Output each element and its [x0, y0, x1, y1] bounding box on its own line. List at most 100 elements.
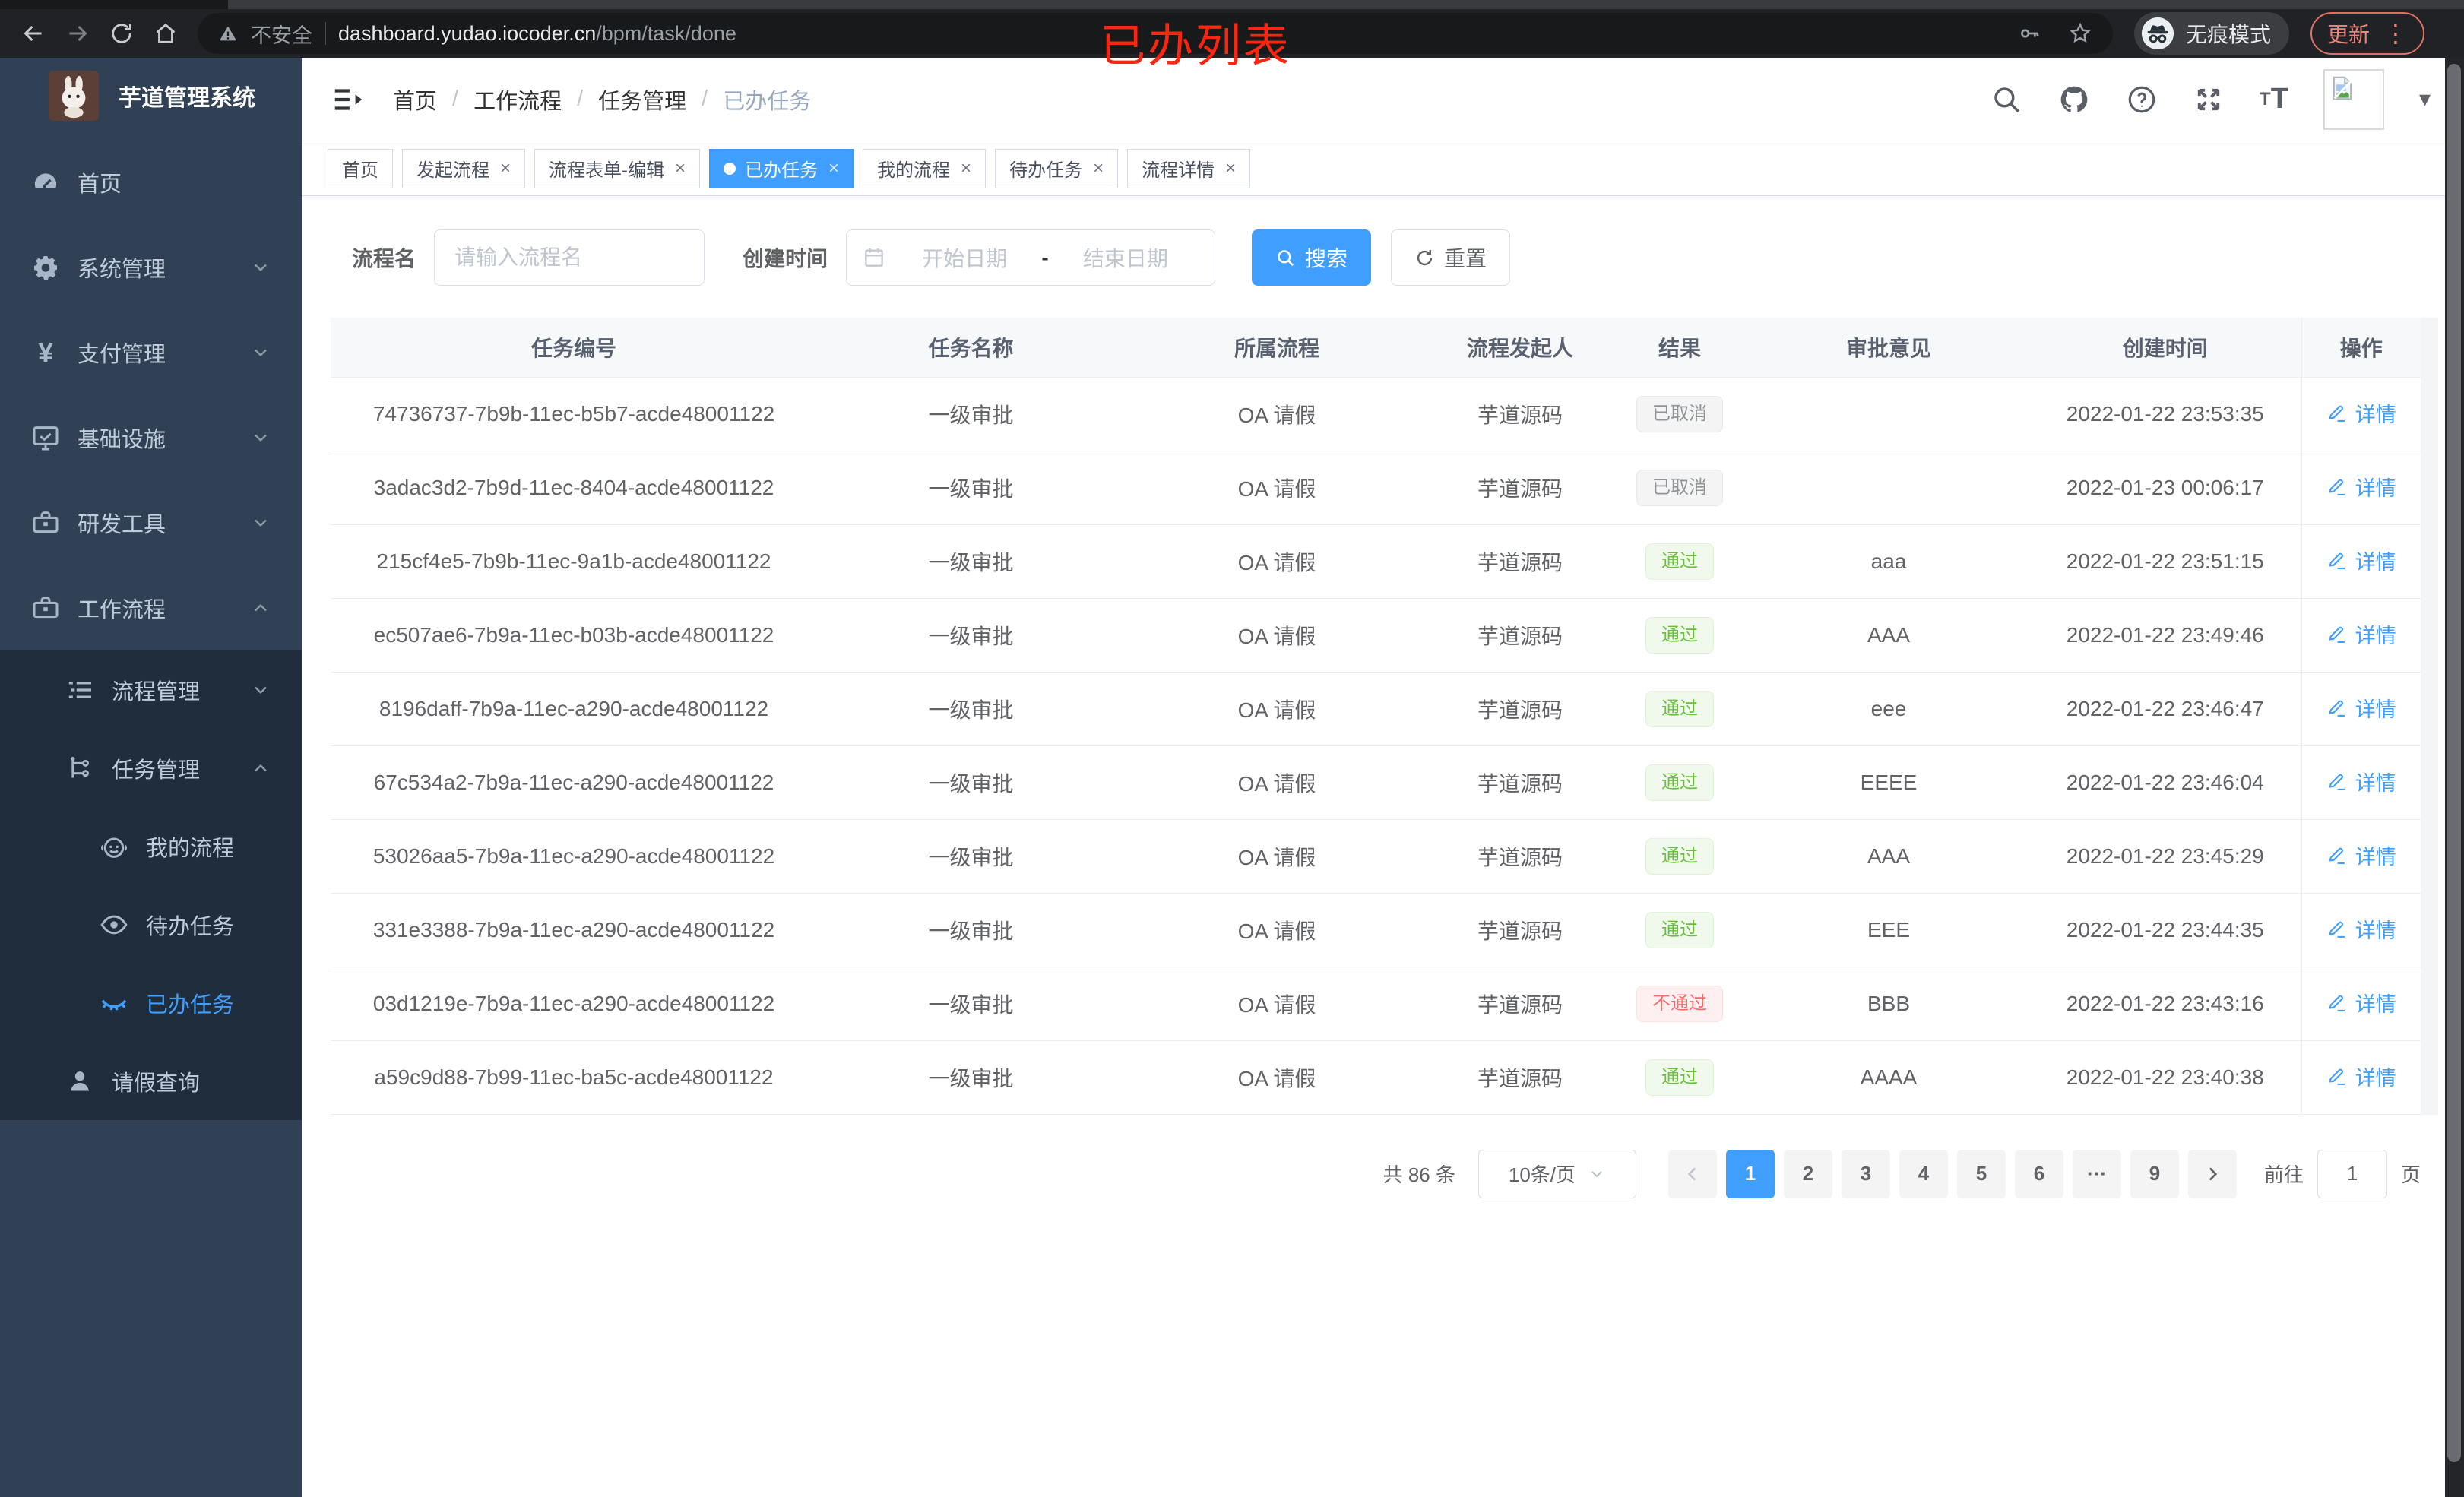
page-content: 流程名 创建时间 开始日期 - 结束日期 搜索 [302, 196, 2464, 1497]
breadcrumb-item[interactable]: 工作流程 [473, 84, 562, 116]
sidebar-item-system[interactable]: 系统管理 [0, 225, 302, 310]
prev-page-button[interactable] [1667, 1149, 1717, 1198]
create-time-range-picker[interactable]: 开始日期 - 结束日期 [846, 229, 1216, 286]
hamburger-icon[interactable] [331, 82, 366, 117]
sidebar-item-process-mgmt[interactable]: 流程管理 [0, 650, 302, 729]
tab-发起流程[interactable]: 发起流程 × [402, 148, 526, 188]
home-button[interactable] [146, 14, 185, 53]
table-row: ec507ae6-7b9a-11ec-b03b-acde48001122 一级审批… [331, 597, 2421, 672]
cell-task-name: 一级审批 [817, 966, 1125, 1040]
text-size-icon[interactable]: TT [2260, 83, 2288, 116]
pencil-icon [2326, 476, 2348, 498]
detail-link[interactable]: 详情 [2326, 546, 2396, 575]
page-size-select[interactable]: 10条/页 [1477, 1149, 1636, 1198]
page-button-5[interactable]: 5 [1956, 1149, 2006, 1198]
search-icon[interactable] [1991, 84, 2022, 116]
end-date-placeholder[interactable]: 结束日期 [1052, 242, 1199, 273]
start-date-placeholder[interactable]: 开始日期 [891, 242, 1038, 273]
pencil-icon [2326, 698, 2348, 719]
table-row: 331e3388-7b9a-11ec-a290-acde48001122 一级审批… [331, 892, 2421, 967]
detail-link[interactable]: 详情 [2326, 988, 2396, 1018]
detail-link[interactable]: 详情 [2326, 398, 2396, 428]
tab-首页[interactable]: 首页 [328, 148, 393, 188]
detail-link[interactable]: 详情 [2326, 619, 2396, 649]
reload-button[interactable] [102, 14, 141, 53]
sidebar-item-done-tasks[interactable]: 已办任务 [0, 964, 302, 1042]
fullscreen-icon[interactable] [2193, 84, 2225, 116]
breadcrumb-item[interactable]: 首页 [393, 84, 437, 116]
page-button-1[interactable]: 1 [1725, 1149, 1775, 1198]
goto-page-input[interactable] [2317, 1149, 2387, 1198]
close-tab-icon[interactable]: × [1225, 158, 1236, 179]
update-button[interactable]: 更新 ⋮ [2310, 12, 2425, 55]
bookmark-star-icon[interactable] [2067, 21, 2093, 46]
result-tag: 已取消 [1636, 469, 1723, 506]
scrollbar-thumb[interactable] [2447, 64, 2461, 1462]
toolbox-icon [29, 593, 62, 623]
detail-link[interactable]: 详情 [2326, 472, 2396, 502]
sidebar-item-task-mgmt[interactable]: 任务管理 [0, 729, 302, 807]
password-key-icon[interactable] [2017, 21, 2041, 46]
back-button[interactable] [14, 14, 53, 53]
cell-process: OA 请假 [1125, 450, 1429, 524]
sidebar-item-home[interactable]: 首页 [0, 140, 302, 225]
close-tab-icon[interactable]: × [961, 158, 971, 179]
page-button-6[interactable]: 6 [2014, 1149, 2063, 1198]
process-name-input[interactable] [434, 229, 705, 286]
tab-label: 待办任务 [1009, 160, 1083, 181]
sidebar-item-infra[interactable]: 基础设施 [0, 395, 302, 480]
close-tab-icon[interactable]: × [1093, 158, 1104, 179]
help-icon[interactable] [2126, 84, 2158, 116]
tab-待办任务[interactable]: 待办任务 × [995, 148, 1119, 188]
pager-ellipsis[interactable]: ··· [2072, 1149, 2121, 1198]
detail-link[interactable]: 详情 [2326, 840, 2396, 870]
search-button[interactable]: 搜索 [1252, 229, 1372, 286]
sidebar-item-my-process[interactable]: 我的流程 [0, 807, 302, 885]
detail-link[interactable]: 详情 [2326, 693, 2396, 723]
browser-menu-icon[interactable]: ⋮ [2383, 21, 2408, 46]
page-button-2[interactable]: 2 [1783, 1149, 1832, 1198]
sidebar-item-leave-query[interactable]: 请假查询 [0, 1042, 302, 1120]
close-tab-icon[interactable]: × [500, 158, 511, 179]
sidebar: 芋道管理系统 首页系统管理 ¥ 支付管理 基础设施 研发工具 工作流程 流程管理 任务管理 我的… [0, 58, 302, 1497]
sidebar-item-workflow[interactable]: 工作流程 [0, 565, 302, 650]
page-button-4[interactable]: 4 [1899, 1149, 1948, 1198]
app-logo-row[interactable]: 芋道管理系统 [0, 58, 302, 134]
next-page-button[interactable] [2187, 1149, 2237, 1198]
cell-process: OA 请假 [1125, 1040, 1429, 1115]
table-row: 53026aa5-7b9a-11ec-a290-acde48001122 一级审批… [331, 818, 2421, 893]
annotation-overlay-text: 已办列表 [1100, 21, 1291, 71]
cell-actions: 详情 [2301, 376, 2421, 451]
cell-task-id: 74736737-7b9b-11ec-b5b7-acde48001122 [331, 376, 817, 451]
close-tab-icon[interactable]: × [675, 158, 686, 179]
page-scrollbar[interactable] [2445, 58, 2464, 1497]
caret-down-icon[interactable]: ▾ [2419, 86, 2431, 112]
breadcrumb-item[interactable]: 任务管理 [598, 84, 686, 116]
detail-link[interactable]: 详情 [2326, 767, 2396, 796]
tab-流程表单-编辑[interactable]: 流程表单-编辑 × [534, 148, 701, 188]
detail-link[interactable]: 详情 [2326, 914, 2396, 944]
sidebar-item-payment[interactable]: ¥ 支付管理 [0, 310, 302, 395]
security-label[interactable]: 不安全 [251, 19, 312, 49]
detail-link[interactable]: 详情 [2326, 1062, 2396, 1091]
table-row: a59c9d88-7b99-11ec-ba5c-acde48001122 一级审批… [331, 1040, 2421, 1115]
reset-button[interactable]: 重置 [1391, 229, 1511, 286]
tab-我的流程[interactable]: 我的流程 × [863, 148, 987, 188]
browser-active-tab[interactable] [0, 0, 228, 9]
avatar[interactable] [2323, 68, 2384, 130]
url-text[interactable]: dashboard.yudao.iocoder.cn/bpm/task/done [338, 22, 736, 46]
forward-button[interactable] [58, 14, 97, 53]
sidebar-item-devtools[interactable]: 研发工具 [0, 480, 302, 565]
sidebar-menu: 首页系统管理 ¥ 支付管理 基础设施 研发工具 工作流程 流程管理 任务管理 我的流程 待办任务已… [0, 140, 302, 1120]
tab-已办任务[interactable]: 已办任务 × [709, 148, 854, 188]
close-tab-icon[interactable]: × [828, 158, 839, 179]
update-label[interactable]: 更新 [2327, 18, 2370, 49]
sidebar-item-todo-tasks[interactable]: 待办任务 [0, 885, 302, 964]
tab-流程详情[interactable]: 流程详情 × [1127, 148, 1251, 188]
page-button-3[interactable]: 3 [1841, 1149, 1890, 1198]
cell-result: 通过 [1611, 818, 1748, 893]
github-icon[interactable] [2057, 83, 2091, 116]
sidebar-item-label: 系统管理 [78, 258, 166, 282]
tags-view: 首页 发起流程 × 流程表单-编辑 × 已办任务 × 我的流程 × 待办任务 × 流程详情 × [302, 141, 2464, 196]
page-button-9[interactable]: 9 [2130, 1149, 2179, 1198]
